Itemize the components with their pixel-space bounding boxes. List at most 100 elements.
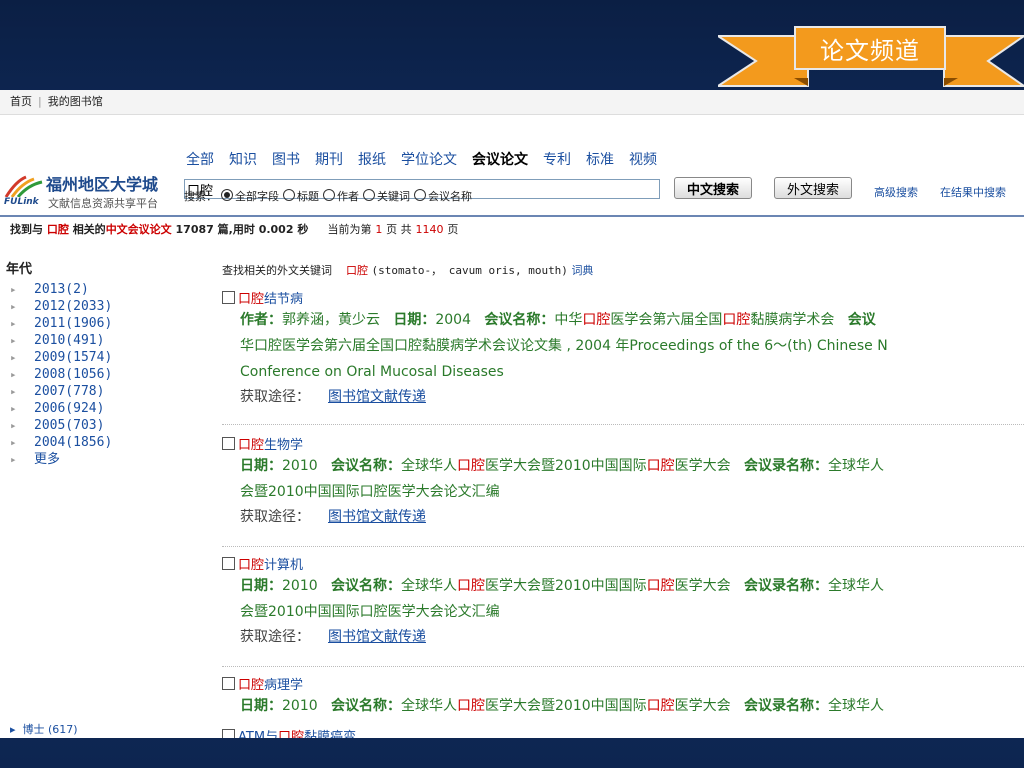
result-title-rest: 结节病: [264, 292, 304, 307]
year-facet-item[interactable]: 2005(703): [6, 417, 216, 434]
year-facet-item[interactable]: 2011(1906): [6, 315, 216, 332]
top-nav: 首页 | 我的图书馆: [0, 90, 1024, 115]
summary-count: 17087: [175, 223, 214, 236]
search-scope: 搜索： 全部字段 标题 作者 关键词 会议名称: [184, 188, 472, 204]
scope-option-label: 标题: [297, 190, 319, 203]
highlight-keyword: 口腔: [457, 578, 485, 594]
scope-radio[interactable]: [414, 189, 426, 201]
result-checkbox[interactable]: [222, 729, 235, 738]
meta-field-label: 会议录名称：: [744, 578, 828, 594]
obtain-label: 获取途径：: [240, 389, 310, 405]
result-title-rest: 计算机: [264, 558, 304, 573]
document-delivery-link[interactable]: 图书馆文献传递: [328, 389, 426, 405]
degree-filter-label: 博士 (617): [22, 723, 78, 736]
meta-field-label: 会议录名称：: [744, 458, 828, 474]
nav-home-link[interactable]: 首页: [10, 95, 32, 108]
category-tab[interactable]: 专利: [543, 152, 571, 168]
summary-text: 相关的: [72, 223, 106, 236]
result-title[interactable]: 口腔结节病: [222, 288, 1024, 307]
advanced-search-link[interactable]: 高级搜索: [874, 184, 918, 200]
logo-en: FULink: [4, 197, 39, 207]
meta-field-value: 中华口腔医学会第六届全国口腔黏膜病学术会: [554, 312, 835, 328]
meta-field-label: 日期：: [240, 458, 282, 474]
year-facet-more[interactable]: 更多: [6, 451, 216, 468]
result-title[interactable]: ATM与口腔黏膜癌变: [222, 726, 1024, 738]
scope-option-label: 作者: [337, 190, 359, 203]
summary-page-text: 页: [447, 223, 459, 236]
meta-field-value: 2010: [282, 698, 318, 714]
search-header: 福州地区大学城 FULink 文献信息资源共享平台 全部 知识 图书 期刊 报纸 学位论文…: [0, 115, 1024, 217]
logo-subtitle: 文献信息资源共享平台: [48, 197, 158, 210]
result-title-rest: 病理学: [264, 678, 304, 693]
meta-field-label: 作者：: [240, 312, 282, 328]
meta-field-value: 全球华人: [828, 578, 884, 594]
category-tab[interactable]: 会议论文: [472, 152, 528, 168]
result-meta: 日期：2010 会议名称：全球华人口腔医学大会暨2010中国国际口腔医学大会 会…: [222, 573, 1024, 599]
highlight-keyword: 口腔: [457, 698, 485, 714]
result-title-keyword: 口腔: [238, 438, 265, 453]
year-facet-item[interactable]: 2004(1856): [6, 434, 216, 451]
year-facet-item[interactable]: 2006(924): [6, 400, 216, 417]
category-tab[interactable]: 标准: [586, 152, 614, 168]
year-facet-heading: 年代: [6, 262, 33, 277]
meta-field-label: 会议名称：: [484, 312, 555, 328]
chinese-search-button[interactable]: 中文搜索: [674, 177, 753, 199]
meta-field-value: 全球华人: [828, 698, 884, 714]
category-tab[interactable]: 图书: [272, 152, 300, 168]
dictionary-link[interactable]: 词典: [571, 264, 593, 277]
related-keywords: 查找相关的外文关键词 口腔 (stomato-， cavum oris, mou…: [222, 262, 593, 278]
site-logo[interactable]: 福州地区大学城 FULink 文献信息资源共享平台: [2, 173, 174, 213]
result-title-prefix: ATM与: [238, 730, 279, 738]
result-checkbox[interactable]: [222, 291, 235, 304]
category-tab[interactable]: 报纸: [358, 152, 386, 168]
year-facet-item[interactable]: 2012(2033): [6, 298, 216, 315]
document-delivery-link[interactable]: 图书馆文献传递: [328, 629, 426, 645]
result-title-keyword: 口腔: [238, 292, 265, 307]
result-obtain: 获取途径： 图书馆文献传递: [222, 625, 1024, 649]
meta-field-label: 会议名称：: [331, 698, 401, 714]
category-tab[interactable]: 视频: [629, 152, 657, 168]
meta-field-value: 郭养涵，黄少云: [282, 312, 380, 328]
category-tab[interactable]: 期刊: [315, 152, 343, 168]
document-delivery-link[interactable]: 图书馆文献传递: [328, 509, 426, 525]
foreign-search-button[interactable]: 外文搜索: [774, 177, 853, 199]
summary-page-text: 当前为第: [327, 223, 372, 236]
category-tab[interactable]: 全部: [186, 152, 214, 168]
result-checkbox[interactable]: [222, 677, 235, 690]
meta-field-value: 全球华人口腔医学大会暨2010中国国际口腔医学大会: [401, 698, 731, 714]
degree-filter-item[interactable]: ▸ 博士 (617): [10, 721, 78, 737]
scope-radio[interactable]: [363, 189, 375, 201]
result-title[interactable]: 口腔生物学: [222, 434, 1024, 453]
result-title-keyword: 口腔: [238, 678, 265, 693]
year-facet-item[interactable]: 2008(1056): [6, 366, 216, 383]
year-facet-item[interactable]: 2009(1574): [6, 349, 216, 366]
year-facet-item[interactable]: 2007(778): [6, 383, 216, 400]
related-terms[interactable]: (stomato-， cavum oris, mouth): [372, 264, 568, 277]
scope-radio[interactable]: [221, 189, 233, 201]
result-checkbox[interactable]: [222, 437, 235, 450]
year-facet-item[interactable]: 2013(2): [6, 281, 216, 298]
search-within-link[interactable]: 在结果中搜索: [940, 184, 1006, 200]
scope-option-label: 全部字段: [235, 190, 279, 203]
result-title[interactable]: 口腔病理学: [222, 674, 1024, 693]
nav-library-link[interactable]: 我的图书馆: [48, 95, 103, 108]
related-keyword[interactable]: 口腔: [346, 264, 368, 277]
result-title[interactable]: 口腔计算机: [222, 554, 1024, 573]
summary-keyword: 口腔: [46, 223, 69, 236]
category-tab[interactable]: 学位论文: [401, 152, 457, 168]
result-meta-continued: 会暨2010中国国际口腔医学大会论文汇编: [240, 484, 500, 500]
summary-pages: 1140: [415, 223, 444, 236]
nav-separator: |: [38, 95, 42, 108]
result-meta-continued: 华口腔医学会第六届全国口腔黏膜病学术会议论文集 , 2004 年Proceedi…: [240, 338, 888, 354]
scope-radio[interactable]: [323, 189, 335, 201]
category-tab[interactable]: 知识: [229, 152, 257, 168]
scope-label: 搜索：: [184, 190, 217, 203]
result-title-keyword: 口腔: [238, 558, 265, 573]
search-results-page: 首页 | 我的图书馆 福州地区大学城 FULink 文献信息资源共享平台 全部 知识图…: [0, 90, 1024, 738]
result-checkbox[interactable]: [222, 557, 235, 570]
scope-option-label: 会议名称: [428, 190, 472, 203]
scope-radio[interactable]: [283, 189, 295, 201]
result-meta-continued: 会暨2010中国国际口腔医学大会论文汇编: [240, 604, 500, 620]
meta-field-label: 日期：: [240, 698, 282, 714]
year-facet-item[interactable]: 2010(491): [6, 332, 216, 349]
